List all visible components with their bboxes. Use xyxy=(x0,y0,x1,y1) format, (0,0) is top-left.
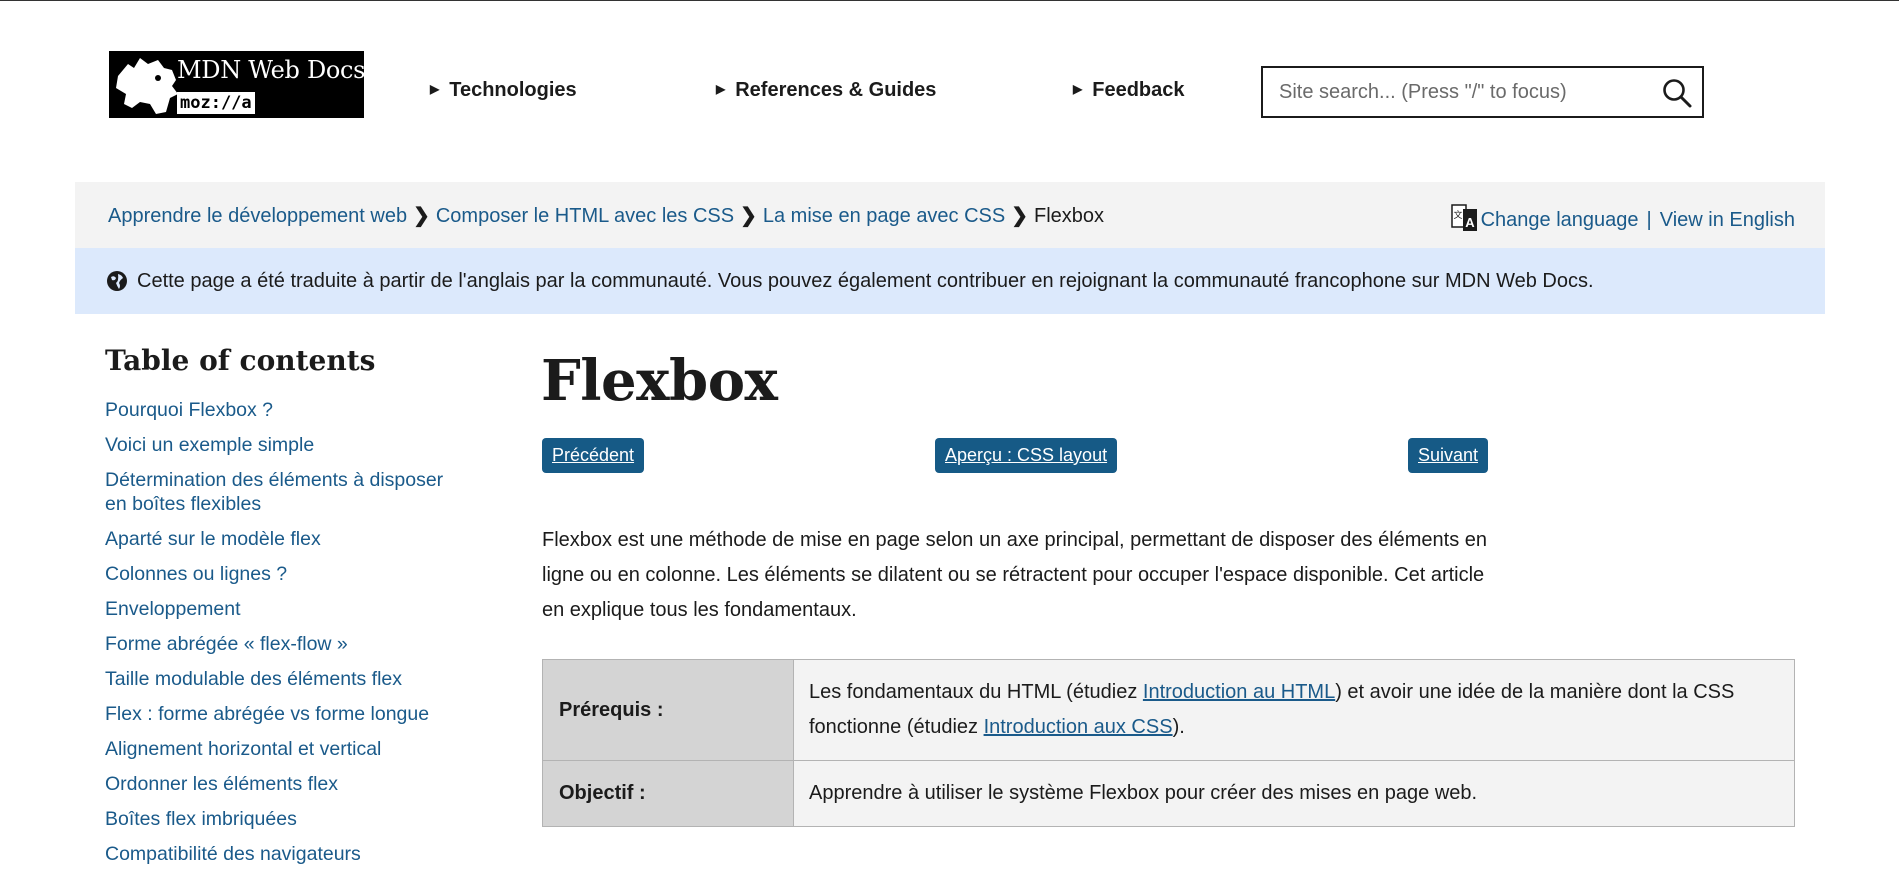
breadcrumb-current: Flexbox xyxy=(1034,205,1105,227)
toc-item: Compatibilité des navigateurs xyxy=(105,842,465,866)
prerequisites-label: Prérequis : xyxy=(542,659,794,761)
toc-link[interactable]: Taille modulable des éléments flex xyxy=(105,668,402,690)
toc-link[interactable]: Colonnes ou lignes ? xyxy=(105,563,287,585)
intro-css-link[interactable]: Introduction aux CSS xyxy=(984,716,1173,738)
globe-icon xyxy=(107,271,127,291)
disclosure-triangle-icon: ▶ xyxy=(716,82,726,96)
logo-brand-text: MDN Web Docs xyxy=(177,56,366,84)
nav-technologies[interactable]: ▶ Technologies xyxy=(430,79,577,102)
toc-link[interactable]: Enveloppement xyxy=(105,598,241,620)
prerequisites-text: Les fondamentaux du HTML (étudiez xyxy=(809,681,1143,703)
notice-text: Cette page a été traduite à partir de l'… xyxy=(137,270,1594,292)
nav-feedback-label: Feedback xyxy=(1092,79,1185,101)
toc-item: Flex : forme abrégée vs forme longue xyxy=(105,702,465,726)
toc-link[interactable]: Ordonner les éléments flex xyxy=(105,773,338,795)
objective-cell: Apprendre à utiliser le système Flexbox … xyxy=(793,760,1795,827)
table-row: Objectif : Apprendre à utiliser le systè… xyxy=(542,760,1795,827)
intro-paragraph: Flexbox est une méthode de mise en page … xyxy=(542,529,1488,621)
toc-link[interactable]: Pourquoi Flexbox ? xyxy=(105,399,273,421)
toc-item: Boîtes flex imbriquées xyxy=(105,807,465,831)
search-icon[interactable] xyxy=(1660,76,1694,110)
toc-item: Enveloppement xyxy=(105,597,465,621)
breadcrumb-bar: Apprendre le développement web ❯ Composer … xyxy=(75,182,1825,248)
toc-link[interactable]: Détermination des éléments à disposer en… xyxy=(105,469,443,515)
chevron-right-icon: ❯ xyxy=(413,205,430,227)
toc-item: Aparté sur le modèle flex xyxy=(105,527,465,551)
chevron-right-icon: ❯ xyxy=(740,205,757,227)
learning-outcomes-table: Prérequis : Les fondamentaux du HTML (ét… xyxy=(542,659,1795,827)
table-row: Prérequis : Les fondamentaux du HTML (ét… xyxy=(542,659,1795,761)
nav-technologies-label: Technologies xyxy=(449,79,577,101)
toc-link[interactable]: Flex : forme abrégée vs forme longue xyxy=(105,703,429,725)
nav-references-guides[interactable]: ▶ References & Guides xyxy=(716,79,936,102)
translate-icon: A 文 xyxy=(1450,204,1477,231)
toc-item: Taille modulable des éléments flex xyxy=(105,667,465,691)
logo-mozilla-text: moz://a xyxy=(177,92,255,114)
toc-link[interactable]: Compatibilité des navigateurs xyxy=(105,843,361,865)
toc-item: Ordonner les éléments flex xyxy=(105,772,465,796)
breadcrumb-link[interactable]: Composer le HTML avec les CSS xyxy=(436,205,734,227)
prerequisites-cell: Les fondamentaux du HTML (étudiez Introd… xyxy=(793,659,1795,761)
nav-references-label: References & Guides xyxy=(735,79,937,101)
disclosure-triangle-icon: ▶ xyxy=(430,82,440,96)
toc-item: Voici un exemple simple xyxy=(105,433,465,457)
search-input[interactable] xyxy=(1263,68,1643,116)
toc-item: Pourquoi Flexbox ? xyxy=(105,398,465,422)
svg-text:文: 文 xyxy=(1453,209,1462,221)
overview-button[interactable]: Aperçu : CSS layout xyxy=(935,438,1118,473)
toc-link[interactable]: Voici un exemple simple xyxy=(105,434,314,456)
toc-link[interactable]: Alignement horizontal et vertical xyxy=(105,738,381,760)
toc-link[interactable]: Boîtes flex imbriquées xyxy=(105,808,297,830)
language-switcher: A 文 Change language | View in English xyxy=(1450,203,1795,233)
toc-item: Colonnes ou lignes ? xyxy=(105,562,465,586)
toc-link[interactable]: Forme abrégée « flex-flow » xyxy=(105,633,348,655)
dinosaur-logo-icon xyxy=(116,58,178,114)
svg-text:A: A xyxy=(1465,215,1475,230)
toc-title: Table of contents xyxy=(105,344,376,377)
translation-notice: Cette page a été traduite à partir de l'… xyxy=(75,248,1825,314)
toc-item: Alignement horizontal et vertical xyxy=(105,737,465,761)
previous-button[interactable]: Précédent xyxy=(542,438,645,473)
toc-link[interactable]: Aparté sur le modèle flex xyxy=(105,528,321,550)
toc-item: Détermination des éléments à disposer en… xyxy=(105,468,465,516)
toc-list: Pourquoi Flexbox ? Voici un exemple simp… xyxy=(105,398,465,877)
nav-feedback[interactable]: ▶ Feedback xyxy=(1073,79,1185,102)
prerequisites-text: ). xyxy=(1172,716,1185,738)
site-search xyxy=(1261,66,1704,118)
breadcrumb-link[interactable]: Apprendre le développement web xyxy=(108,205,407,227)
language-separator: | xyxy=(1646,209,1652,231)
breadcrumb-link[interactable]: La mise en page avec CSS xyxy=(763,205,1005,227)
view-in-english-link[interactable]: View in English xyxy=(1660,209,1795,231)
disclosure-triangle-icon: ▶ xyxy=(1073,82,1083,96)
change-language-link[interactable]: Change language xyxy=(1481,209,1639,231)
mdn-logo[interactable]: MDN Web Docs moz://a xyxy=(109,51,366,118)
breadcrumb: Apprendre le développement web ❯ Composer … xyxy=(108,203,1104,228)
objective-label: Objectif : xyxy=(542,760,794,827)
toc-item: Forme abrégée « flex-flow » xyxy=(105,632,465,656)
next-button[interactable]: Suivant xyxy=(1408,438,1489,473)
intro-html-link[interactable]: Introduction au HTML xyxy=(1143,681,1335,703)
page-title: Flexbox xyxy=(541,348,778,414)
chevron-right-icon: ❯ xyxy=(1011,205,1029,227)
